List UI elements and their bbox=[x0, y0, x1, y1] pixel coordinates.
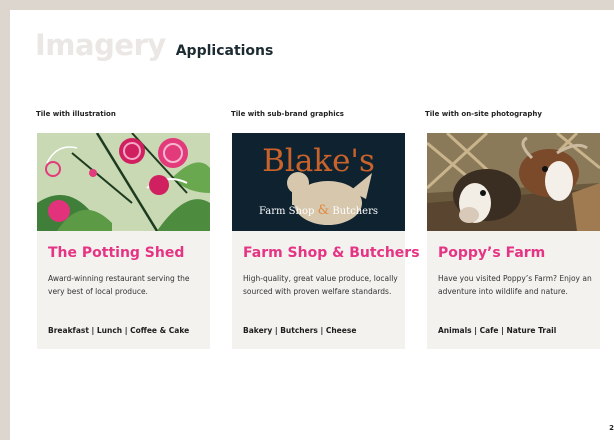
tile-description: High-quality, great value produce, local… bbox=[243, 274, 398, 296]
tile-potting-shed: The Potting Shed Award-winning restauran… bbox=[37, 133, 210, 349]
beetroot-illustration bbox=[37, 133, 210, 231]
tile-description: Have you visited Poppy’s Farm? Enjoy an … bbox=[438, 274, 592, 296]
tile-poppys-farm: Poppy’s Farm Have you visited Poppy’s Fa… bbox=[427, 133, 600, 349]
tile-description: Award-winning restaurant serving the ver… bbox=[48, 274, 190, 296]
tile-tags: Bakery | Butchers | Cheese bbox=[243, 326, 357, 335]
tile-title: Farm Shop & Butchers bbox=[243, 245, 420, 261]
document-page: Imagery Applications Tile with illustrat… bbox=[10, 10, 614, 440]
tile-label-photography: Tile with on-site photography bbox=[425, 110, 542, 118]
section-title: Imagery bbox=[35, 28, 166, 62]
logo-tagline: Farm Shop & Butchers bbox=[258, 203, 379, 218]
tile-title: The Potting Shed bbox=[48, 245, 185, 261]
goats-photo bbox=[427, 133, 600, 231]
page-heading: Imagery Applications bbox=[35, 28, 273, 62]
tile-tags: Breakfast | Lunch | Coffee & Cake bbox=[48, 326, 190, 335]
blakes-logo-graphic: Blake's Farm Shop & Butchers bbox=[232, 133, 405, 231]
subsection-title: Applications bbox=[175, 43, 274, 59]
tile-label-sub-brand: Tile with sub-brand graphics bbox=[231, 110, 344, 118]
tile-tags: Animals | Cafe | Nature Trail bbox=[438, 326, 557, 335]
logo-name: Blake's bbox=[262, 143, 375, 179]
page-number: 2 bbox=[609, 424, 614, 432]
tile-title: Poppy’s Farm bbox=[438, 245, 546, 261]
tile-label-illustration: Tile with illustration bbox=[36, 110, 116, 118]
tile-farm-shop: Blake's Farm Shop & Butchers Farm Shop &… bbox=[232, 133, 420, 349]
